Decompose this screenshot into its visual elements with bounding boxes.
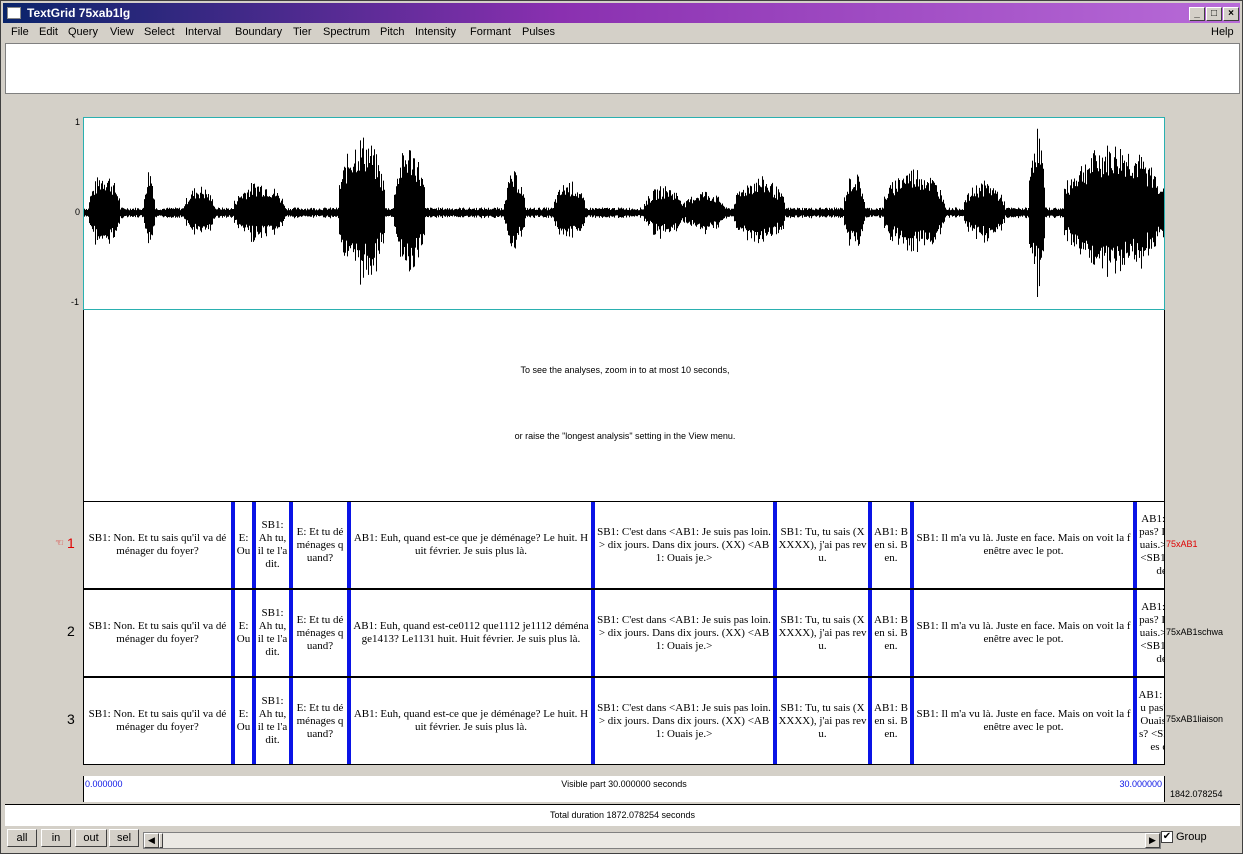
interval-text[interactable]: AB1: C'est allumé ou pas? Il y est? <SB1… [1137,502,1164,588]
waveform-ymax-label: 1 [75,117,81,127]
time-scrollbar[interactable]: ◀ ▶ [143,832,1161,849]
window-icon [7,7,21,19]
menu-interval[interactable]: Interval [185,26,221,38]
menu-view[interactable]: View [110,26,134,38]
menu-bar: File Edit Query View Select Interval Bou… [3,24,1240,42]
zoom-in-button[interactable]: in [41,829,71,847]
interval-text[interactable]: AB1: Ben si. Ben. [872,678,910,764]
zoom-out-button[interactable]: out [75,829,107,847]
interval-text[interactable]: AB1: Euh, quand est-ce0112 que1112 je111… [351,590,591,676]
total-duration: Total duration 1872.078254 seconds [549,810,696,820]
tier-3[interactable]: SB1: Non. Et tu sais qu'il va déménager … [83,677,1165,765]
waveform-plot [84,128,1164,297]
interval-text[interactable]: SB1: Il m'a vu là. Juste en face. Mais o… [914,502,1133,588]
visible-duration[interactable]: Visible part 30.000000 seconds [84,779,1164,789]
interval-text[interactable]: SB1: Tu, tu sais (XXXXX), j'ai pas revu. [777,678,868,764]
interval-text[interactable]: E: Ou [235,590,252,676]
tier-number[interactable]: 1 [67,535,75,551]
interval-text[interactable]: SB1: Non. Et tu sais qu'il va déménager … [84,590,231,676]
textgrid-window: TextGrid 75xab1lg _ □ × File Edit Query … [0,0,1243,854]
minimize-button[interactable]: _ [1189,7,1205,21]
remaining-duration[interactable]: 1842.078254 [1170,789,1223,799]
interval-text[interactable]: SB1: Tu, tu sais (XXXXX), j'ai pas revu. [777,502,868,588]
menu-boundary[interactable]: Boundary [235,26,282,38]
tier-name[interactable]: 75xAB1schwa [1166,627,1223,637]
waveform-trace [84,128,1164,297]
waveform-ymin-label: -1 [71,297,80,307]
interval-text[interactable]: AB1: Euh, quand est-ce que je déménage? … [351,502,591,588]
tier-number[interactable]: 2 [67,623,75,639]
selected-tier-pointer-icon: ☜ [55,538,64,549]
scroll-right-arrow-icon[interactable]: ▶ [1145,833,1160,848]
tier-number[interactable]: 3 [67,711,75,727]
scroll-left-arrow-icon[interactable]: ◀ [144,833,159,848]
zoom-selection-button[interactable]: sel [109,829,139,847]
interval-text-field[interactable] [5,43,1240,94]
interval-text[interactable]: E: Ou [235,678,252,764]
interval-text[interactable]: E: Et tu déménages quand? [293,678,347,764]
interval-text[interactable]: AB1: Ben si. Ben. [872,590,910,676]
interval-text[interactable]: SB1: C'est dans <AB1: Je suis pas loin.>… [595,502,773,588]
interval-text[interactable]: E: Et tu déménages quand? [293,590,347,676]
waveform-yzero-label: 0 [75,207,81,217]
menu-intensity[interactable]: Intensity [415,26,456,38]
menu-pitch[interactable]: Pitch [380,26,404,38]
menu-help[interactable]: Help [1211,26,1234,38]
analysis-panel[interactable]: To see the analyses, zoom in to at most … [83,310,1165,501]
interval-text[interactable]: SB1: Il m'a vu là. Juste en face. Mais o… [914,590,1133,676]
maximize-button[interactable]: □ [1206,7,1222,21]
interval-text[interactable]: AB1: C'est allumé ou pas? Il y est? <SB1… [1137,590,1164,676]
tier-name[interactable]: 75xAB1liaison [1166,714,1223,724]
interval-text[interactable]: E: Et tu déménages quand? [293,502,347,588]
tier-2[interactable]: SB1: Non. Et tu sais qu'il va déménager … [83,589,1165,677]
total-duration-bar[interactable]: Total duration 1872.078254 seconds [5,804,1240,826]
bottom-toolbar: all in out sel ◀ ▶ ✔ Group [3,828,1240,852]
interval-text[interactable]: SB1: Ah tu, il te l'a dit. [256,678,289,764]
interval-text[interactable]: SB1: Il m'a vu là. Juste en face. Mais o… [914,678,1133,764]
interval-text[interactable]: SB1: Non. Et tu sais qu'il va déménager … [84,678,231,764]
interval-text[interactable]: SB1: Non. Et tu sais qu'il va déménager … [84,502,231,588]
interval-text[interactable]: AB1: C'est10 allumé ou pas? Il y est? <S… [1137,678,1164,764]
interval-text[interactable]: SB1: Tu, tu sais (XXXXX), j'ai pas revu. [777,590,868,676]
tier-1[interactable]: SB1: Non. Et tu sais qu'il va déménager … [83,501,1165,589]
time-bar: 0.000000 Visible part 30.000000 seconds … [83,776,1165,802]
group-checkbox[interactable]: ✔ [1161,831,1173,843]
menu-query[interactable]: Query [68,26,98,38]
interval-text[interactable]: SB1: Ah tu, il te l'a dit. [256,590,289,676]
close-button[interactable]: × [1223,7,1239,21]
analysis-message-line2: or raise the "longest analysis" setting … [514,431,736,441]
interval-text[interactable]: E: Ou [235,502,252,588]
window-title: TextGrid 75xab1lg [27,6,131,20]
zoom-all-button[interactable]: all [7,829,37,847]
menu-select[interactable]: Select [144,26,175,38]
interval-text[interactable]: SB1: C'est dans <AB1: Je suis pas loin.>… [595,590,773,676]
menu-formant[interactable]: Formant [470,26,511,38]
menu-edit[interactable]: Edit [39,26,58,38]
visible-end-time: 30.000000 [1119,779,1162,789]
group-label: Group [1176,831,1207,843]
title-bar[interactable]: TextGrid 75xab1lg _ □ × [3,3,1240,23]
menu-spectrum[interactable]: Spectrum [323,26,370,38]
menu-file[interactable]: File [11,26,29,38]
interval-text[interactable]: AB1: Ben si. Ben. [872,502,910,588]
interval-text[interactable]: SB1: Ah tu, il te l'a dit. [256,502,289,588]
tier-name[interactable]: 75xAB1 [1166,539,1198,549]
menu-pulses[interactable]: Pulses [522,26,555,38]
interval-text[interactable]: AB1: Euh, quand est-ce que je déménage? … [351,678,591,764]
analysis-message-line1: To see the analyses, zoom in to at most … [520,365,730,375]
waveform-panel[interactable] [83,117,1165,310]
scrollbar-thumb[interactable] [159,833,163,848]
menu-tier[interactable]: Tier [293,26,312,38]
interval-text[interactable]: SB1: C'est dans <AB1: Je suis pas loin.>… [595,678,773,764]
